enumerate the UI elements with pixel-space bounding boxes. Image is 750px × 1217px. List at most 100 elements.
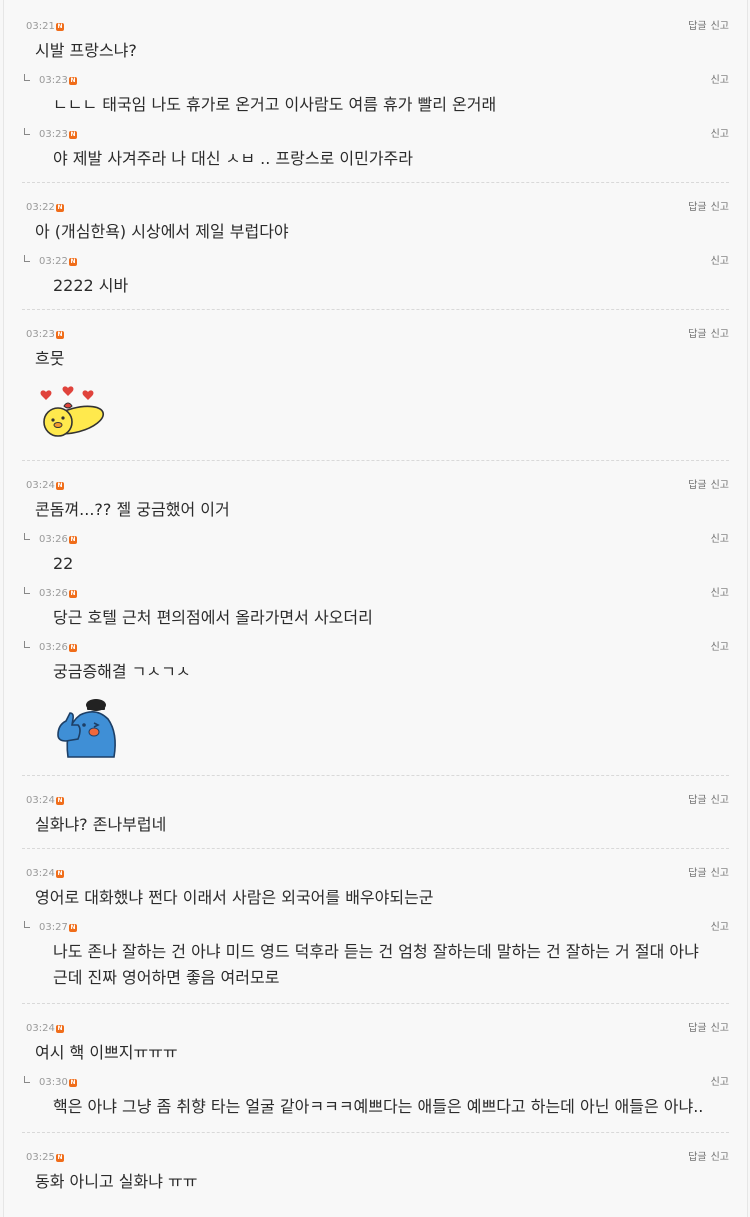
report-button[interactable]: 신고 [711, 534, 729, 545]
comment-thread: 03:24 N 답글 신고 콘돔껴...?? 젤 궁금했어 이거 03:26 N … [22, 461, 729, 776]
comment-time: 03:26 [39, 642, 68, 653]
new-badge-icon: N [56, 870, 64, 878]
report-button[interactable]: 신고 [711, 868, 729, 879]
report-button[interactable]: 신고 [711, 21, 729, 32]
comment-text: 당근 호텔 근처 편의점에서 올라가면서 사오더리 [53, 608, 373, 627]
comment-text: 22 [53, 554, 74, 573]
new-badge-icon: N [69, 644, 77, 652]
reply-button[interactable]: 답글 [688, 1152, 706, 1163]
comment: 03:24 N 답글 신고 영어로 대화했냐 쩐다 이래서 사람은 외국어를 배우… [22, 863, 729, 911]
comment-thread: 03:23 N 답글 신고 흐뭇 [22, 310, 729, 461]
reply-comment: 03:26 N 신고 22 [22, 529, 729, 577]
comment-text: 여시 핵 이쁘지ㅠㅠㅠ [35, 1043, 178, 1062]
comment-time: 03:26 [39, 534, 68, 545]
reply-arrow-icon [24, 255, 30, 262]
comment-thread: 03:24 N 답글 신고 여시 핵 이쁘지ㅠㅠㅠ 03:30 N 신고 핵은 아… [22, 1004, 729, 1133]
comment-frame: 03:21 N 답글 신고 시발 프랑스냐? 03:23 N 신고 ㄴㄴㄴ 태국임… [3, 0, 748, 1217]
yellow-chick-sticker-icon [40, 386, 105, 437]
reply-comment: 03:23 N 신고 야 제발 사겨주라 나 대신 ㅅㅂ .. 프랑스로 이민가… [22, 124, 729, 172]
comment-thread: 03:25 N 답글 신고 동화 아니고 실화냐 ㅠㅠ [22, 1133, 729, 1205]
comment-actions: 신고 [707, 70, 729, 92]
new-badge-icon: N [56, 331, 64, 339]
comment-thread: 03:24 N 답글 신고 영어로 대화했냐 쩐다 이래서 사람은 외국어를 배우… [22, 849, 729, 1004]
new-badge-icon: N [56, 1154, 64, 1162]
comment-text: 야 제발 사겨주라 나 대신 ㅅㅂ .. 프랑스로 이민가주라 [53, 149, 413, 168]
comment-actions: 신고 [707, 637, 729, 659]
comment-text: 궁금증해결 ㄱㅅㄱㅅ [53, 662, 191, 681]
report-button[interactable]: 신고 [711, 1152, 729, 1163]
new-badge-icon: N [56, 23, 64, 31]
report-button[interactable]: 신고 [711, 1023, 729, 1034]
comment: 03:24 N 답글 신고 여시 핵 이쁘지ㅠㅠㅠ [22, 1018, 729, 1066]
reply-comment: 03:26 N 신고 궁금증해결 ㄱㅅㄱㅅ [22, 637, 729, 765]
report-button[interactable]: 신고 [711, 256, 729, 267]
comment-text: 나도 존나 잘하는 건 아냐 미드 영드 덕후라 듣는 건 엄청 잘하는데 말하… [53, 942, 699, 987]
report-button[interactable]: 신고 [711, 642, 729, 653]
reply-arrow-icon [24, 587, 30, 594]
comment-actions: 신고 [707, 1072, 729, 1094]
new-badge-icon: N [69, 536, 77, 544]
comment-thread: 03:21 N 답글 신고 시발 프랑스냐? 03:23 N 신고 ㄴㄴㄴ 태국임… [22, 0, 729, 183]
comment-text: ㄴㄴㄴ 태국임 나도 휴가로 온거고 이사람도 여름 휴가 빨리 온거래 [53, 95, 497, 114]
reply-arrow-icon [24, 1076, 30, 1083]
comment-actions: 답글 신고 [684, 790, 729, 812]
reply-comment: 03:26 N 신고 당근 호텔 근처 편의점에서 올라가면서 사오더리 [22, 583, 729, 631]
comment-time: 03:23 [26, 329, 55, 340]
reply-arrow-icon [24, 128, 30, 135]
new-badge-icon: N [69, 924, 77, 932]
new-badge-icon: N [69, 77, 77, 85]
comment-actions: 답글 신고 [684, 1147, 729, 1169]
comment-text: 영어로 대화했냐 쩐다 이래서 사람은 외국어를 배우야되는군 [35, 888, 434, 907]
comment-time: 03:22 [39, 256, 68, 267]
comment-time: 03:30 [39, 1077, 68, 1088]
reply-arrow-icon [24, 74, 30, 81]
comment-thread: 03:24 N 답글 신고 실화냐? 존나부럽네 [22, 776, 729, 849]
comment-actions: 답글 신고 [684, 863, 729, 885]
sticker-image [36, 384, 729, 448]
report-button[interactable]: 신고 [711, 1077, 729, 1088]
report-button[interactable]: 신고 [711, 588, 729, 599]
report-button[interactable]: 신고 [711, 129, 729, 140]
reply-button[interactable]: 답글 [688, 795, 706, 806]
reply-comment: 03:22 N 신고 2222 시바 [22, 251, 729, 299]
comment: 03:21 N 답글 신고 시발 프랑스냐? [22, 16, 729, 64]
reply-button[interactable]: 답글 [688, 480, 706, 491]
comment-time: 03:24 [26, 795, 55, 806]
comment-actions: 답글 신고 [684, 475, 729, 497]
comment: 03:23 N 답글 신고 흐뭇 [22, 324, 729, 448]
reply-comment: 03:30 N 신고 핵은 아냐 그냥 좀 취향 타는 얼굴 같아ㅋㅋㅋ예쁘다는… [22, 1072, 729, 1120]
comment-actions: 신고 [707, 124, 729, 146]
comment-time: 03:24 [26, 868, 55, 879]
report-button[interactable]: 신고 [711, 202, 729, 213]
comment-text: 실화냐? 존나부럽네 [35, 815, 167, 834]
comment-text: 시발 프랑스냐? [35, 41, 137, 60]
comment-actions: 답글 신고 [684, 197, 729, 219]
reply-comment: 03:23 N 신고 ㄴㄴㄴ 태국임 나도 휴가로 온거고 이사람도 여름 휴가… [22, 70, 729, 118]
reply-arrow-icon [24, 641, 30, 648]
new-badge-icon: N [69, 590, 77, 598]
comment-actions: 신고 [707, 917, 729, 939]
report-button[interactable]: 신고 [711, 795, 729, 806]
report-button[interactable]: 신고 [711, 75, 729, 86]
blue-thumbs-up-sticker-icon [57, 699, 116, 758]
comment: 03:24 N 답글 신고 실화냐? 존나부럽네 [22, 790, 729, 838]
comment-actions: 신고 [707, 583, 729, 605]
new-badge-icon: N [69, 131, 77, 139]
report-button[interactable]: 신고 [711, 329, 729, 340]
reply-button[interactable]: 답글 [688, 202, 706, 213]
comment-time: 03:26 [39, 588, 68, 599]
reply-button[interactable]: 답글 [688, 329, 706, 340]
reply-button[interactable]: 답글 [688, 21, 706, 32]
report-button[interactable]: 신고 [711, 922, 729, 933]
report-button[interactable]: 신고 [711, 480, 729, 491]
new-badge-icon: N [56, 204, 64, 212]
reply-button[interactable]: 답글 [688, 1023, 706, 1034]
comment-time: 03:23 [39, 129, 68, 140]
reply-button[interactable]: 답글 [688, 868, 706, 879]
comment-text: 핵은 아냐 그냥 좀 취향 타는 얼굴 같아ㅋㅋㅋ예쁘다는 애들은 예쁘다고 하… [53, 1097, 704, 1116]
comment-actions: 신고 [707, 529, 729, 551]
comment-actions: 답글 신고 [684, 16, 729, 38]
comment-time: 03:24 [26, 480, 55, 491]
new-badge-icon: N [69, 1079, 77, 1087]
comment-text: 아 (개심한욕) 시상에서 제일 부럽다야 [35, 222, 289, 241]
